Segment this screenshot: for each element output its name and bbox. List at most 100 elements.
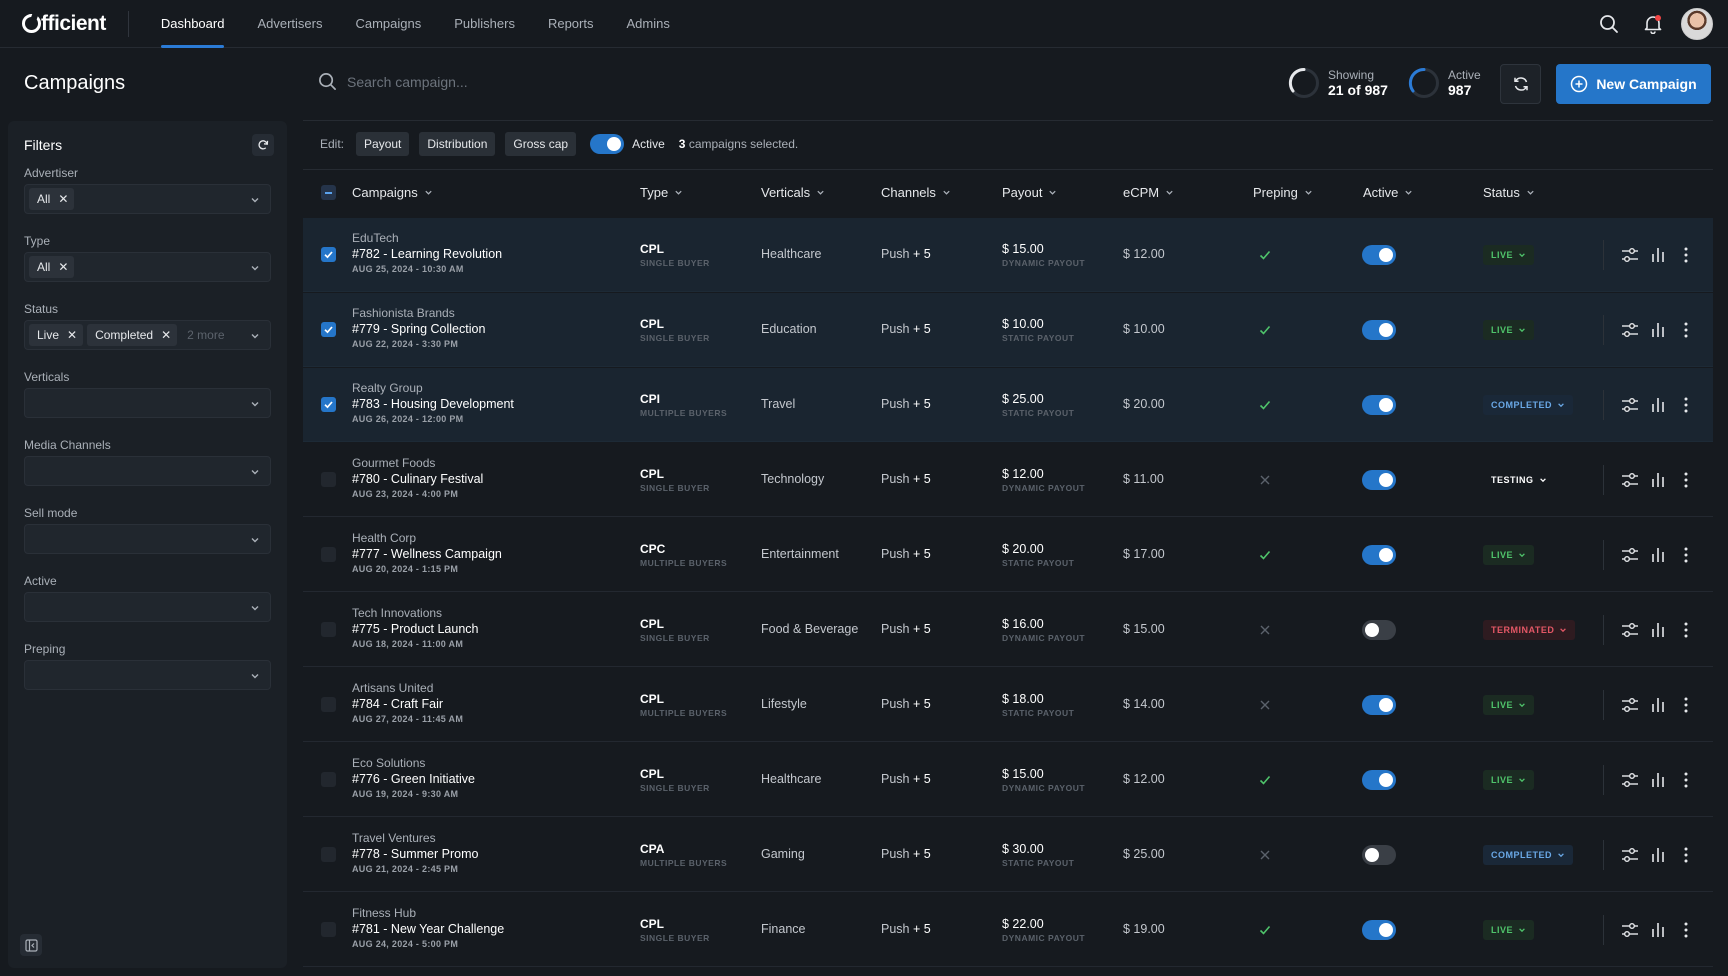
settings-sliders-icon[interactable]	[1620, 770, 1640, 790]
channels-more[interactable]: + 5	[913, 772, 931, 786]
filter-sell-mode-select[interactable]	[24, 524, 271, 554]
campaign-name[interactable]: #784 - Craft Fair	[352, 696, 463, 713]
settings-sliders-icon[interactable]	[1620, 845, 1640, 865]
settings-sliders-icon[interactable]	[1620, 695, 1640, 715]
column-header-status[interactable]: Status	[1483, 185, 1535, 200]
table-row[interactable]: Artisans United #784 - Craft Fair AUG 27, …	[303, 668, 1713, 742]
more-vertical-icon[interactable]	[1676, 395, 1696, 415]
remove-chip-icon[interactable]: ✕	[58, 192, 68, 206]
status-badge[interactable]: TERMINATED	[1483, 620, 1576, 640]
settings-sliders-icon[interactable]	[1620, 320, 1640, 340]
nav-link-campaigns[interactable]: Campaigns	[355, 0, 421, 48]
campaign-name[interactable]: #776 - Green Initiative	[352, 771, 475, 788]
table-row[interactable]: Travel Ventures #778 - Summer Promo AUG 21…	[303, 818, 1713, 892]
settings-sliders-icon[interactable]	[1620, 470, 1640, 490]
row-checkbox[interactable]	[321, 247, 336, 262]
nav-link-reports[interactable]: Reports	[548, 0, 594, 48]
campaign-cell[interactable]: Health Corp #777 - Wellness Campaign AUG 2…	[352, 530, 502, 576]
active-toggle[interactable]	[1362, 770, 1396, 790]
bulk-active-toggle[interactable]	[590, 134, 625, 154]
row-checkbox[interactable]	[321, 697, 336, 712]
status-badge[interactable]: LIVE	[1483, 770, 1535, 790]
status-badge[interactable]: LIVE	[1483, 245, 1535, 265]
active-toggle[interactable]	[1362, 845, 1396, 865]
settings-sliders-icon[interactable]	[1620, 920, 1640, 940]
status-badge[interactable]: TESTING	[1483, 470, 1555, 490]
channels-more[interactable]: + 5	[913, 547, 931, 561]
bar-chart-icon[interactable]	[1648, 695, 1668, 715]
table-row[interactable]: Tech Innovations #775 - Product Launch AUG…	[303, 593, 1713, 667]
row-checkbox[interactable]	[321, 622, 336, 637]
bar-chart-icon[interactable]	[1648, 395, 1668, 415]
brand-logo[interactable]: fficient	[22, 12, 106, 36]
campaign-name[interactable]: #782 - Learning Revolution	[352, 246, 502, 263]
bar-chart-icon[interactable]	[1648, 545, 1668, 565]
filter-advertiser-select[interactable]: All ✕	[24, 184, 271, 214]
search-icon[interactable]	[1593, 8, 1625, 40]
avatar[interactable]	[1681, 8, 1713, 40]
settings-sliders-icon[interactable]	[1620, 620, 1640, 640]
campaign-cell[interactable]: Gourmet Foods #780 - Culinary Festival AUG…	[352, 455, 483, 501]
table-row[interactable]: Gourmet Foods #780 - Culinary Festival AUG…	[303, 443, 1713, 517]
campaign-cell[interactable]: Realty Group #783 - Housing Development AU…	[352, 380, 514, 426]
active-toggle[interactable]	[1362, 695, 1396, 715]
status-badge[interactable]: LIVE	[1483, 920, 1535, 940]
row-checkbox[interactable]	[321, 397, 336, 412]
status-badge[interactable]: LIVE	[1483, 545, 1535, 565]
active-toggle[interactable]	[1362, 245, 1396, 265]
bar-chart-icon[interactable]	[1648, 770, 1668, 790]
edit-payout-button[interactable]: Payout	[356, 132, 410, 156]
row-checkbox[interactable]	[321, 922, 336, 937]
campaign-cell[interactable]: EduTech #782 - Learning Revolution AUG 25,…	[352, 230, 502, 276]
campaign-cell[interactable]: Tech Innovations #775 - Product Launch AUG…	[352, 605, 478, 651]
status-badge[interactable]: COMPLETED	[1483, 395, 1574, 415]
nav-link-admins[interactable]: Admins	[626, 0, 669, 48]
nav-link-advertisers[interactable]: Advertisers	[257, 0, 322, 48]
remove-chip-icon[interactable]: ✕	[67, 328, 77, 342]
more-vertical-icon[interactable]	[1676, 620, 1696, 640]
bell-icon[interactable]	[1637, 8, 1669, 40]
channels-more[interactable]: + 5	[913, 247, 931, 261]
column-header-active[interactable]: Active	[1363, 185, 1413, 200]
table-row[interactable]: Realty Group #783 - Housing Development AU…	[303, 368, 1713, 442]
campaign-name[interactable]: #780 - Culinary Festival	[352, 471, 483, 488]
channels-more[interactable]: + 5	[913, 472, 931, 486]
campaign-name[interactable]: #783 - Housing Development	[352, 396, 514, 413]
active-toggle[interactable]	[1362, 395, 1396, 415]
more-vertical-icon[interactable]	[1676, 770, 1696, 790]
table-row[interactable]: Eco Solutions #776 - Green Initiative AUG …	[303, 743, 1713, 817]
channels-more[interactable]: + 5	[913, 847, 931, 861]
campaign-cell[interactable]: Travel Ventures #778 - Summer Promo AUG 21…	[352, 830, 478, 876]
channels-more[interactable]: + 5	[913, 622, 931, 636]
bar-chart-icon[interactable]	[1648, 845, 1668, 865]
select-all-checkbox[interactable]	[321, 185, 336, 200]
collapse-sidebar-icon[interactable]	[20, 934, 42, 956]
nav-link-dashboard[interactable]: Dashboard	[160, 0, 224, 48]
filter-status-select[interactable]: Live ✕ Completed ✕ 2 more	[24, 320, 271, 350]
settings-sliders-icon[interactable]	[1620, 395, 1640, 415]
filter-verticals-select[interactable]	[24, 388, 271, 418]
bar-chart-icon[interactable]	[1648, 245, 1668, 265]
campaign-name[interactable]: #778 - Summer Promo	[352, 846, 478, 863]
table-row[interactable]: Fitness Hub #781 - New Year Challenge AUG …	[303, 893, 1713, 967]
status-badge[interactable]: COMPLETED	[1483, 845, 1574, 865]
channels-more[interactable]: + 5	[913, 322, 931, 336]
filter-chip[interactable]: All ✕	[29, 256, 75, 278]
row-checkbox[interactable]	[321, 322, 336, 337]
filter-chip[interactable]: Live ✕	[29, 324, 84, 346]
column-header-verticals[interactable]: Verticals	[761, 185, 825, 200]
row-checkbox[interactable]	[321, 772, 336, 787]
column-header-payout[interactable]: Payout	[1002, 185, 1057, 200]
remove-chip-icon[interactable]: ✕	[161, 328, 171, 342]
campaign-name[interactable]: #775 - Product Launch	[352, 621, 478, 638]
table-row[interactable]: Fashionista Brands #779 - Spring Collecti…	[303, 293, 1713, 367]
filter-type-select[interactable]: All ✕	[24, 252, 271, 282]
row-checkbox[interactable]	[321, 472, 336, 487]
column-header-campaigns[interactable]: Campaigns	[352, 185, 433, 200]
more-vertical-icon[interactable]	[1676, 845, 1696, 865]
row-checkbox[interactable]	[321, 847, 336, 862]
filter-chip[interactable]: All ✕	[29, 188, 75, 210]
campaign-cell[interactable]: Fitness Hub #781 - New Year Challenge AUG …	[352, 905, 504, 951]
reset-filters-button[interactable]	[252, 134, 274, 156]
column-header-type[interactable]: Type	[640, 185, 683, 200]
